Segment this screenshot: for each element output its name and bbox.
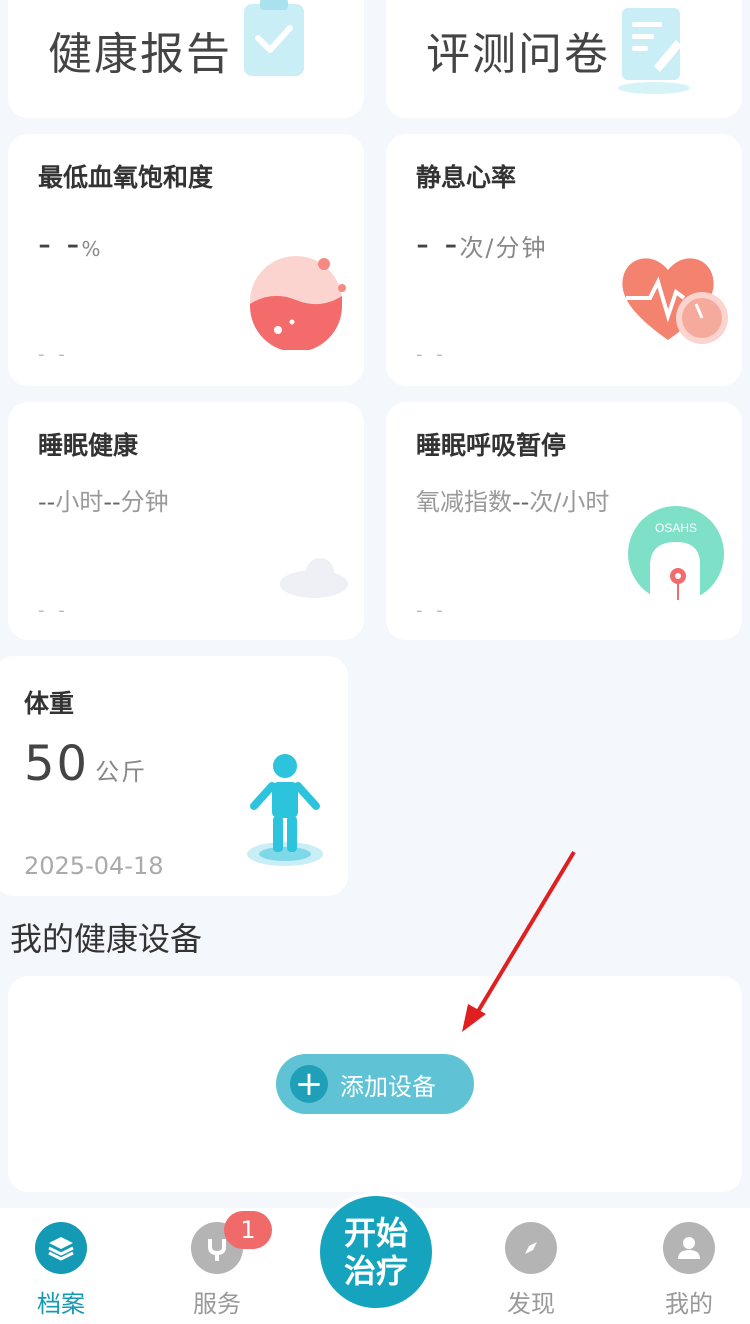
layers-icon (35, 1222, 87, 1274)
tab-discover[interactable]: 发现 (476, 1222, 586, 1319)
tab-mine[interactable]: 我的 (634, 1222, 744, 1319)
start-treatment-line1: 开始 (343, 1214, 408, 1252)
start-treatment-button[interactable]: 开始 治疗 (316, 1192, 436, 1312)
tab-mine-label: 我的 (665, 1290, 713, 1318)
compass-icon (505, 1222, 557, 1274)
service-badge: 1 (224, 1211, 272, 1249)
tab-archive[interactable]: 档案 (6, 1222, 116, 1319)
tab-archive-label: 档案 (37, 1290, 85, 1318)
user-icon (663, 1222, 715, 1274)
annotation-arrow (462, 850, 576, 1032)
tab-discover-label: 发现 (507, 1290, 555, 1318)
start-treatment-line2: 治疗 (343, 1252, 408, 1290)
tab-service-label: 服务 (193, 1290, 241, 1318)
